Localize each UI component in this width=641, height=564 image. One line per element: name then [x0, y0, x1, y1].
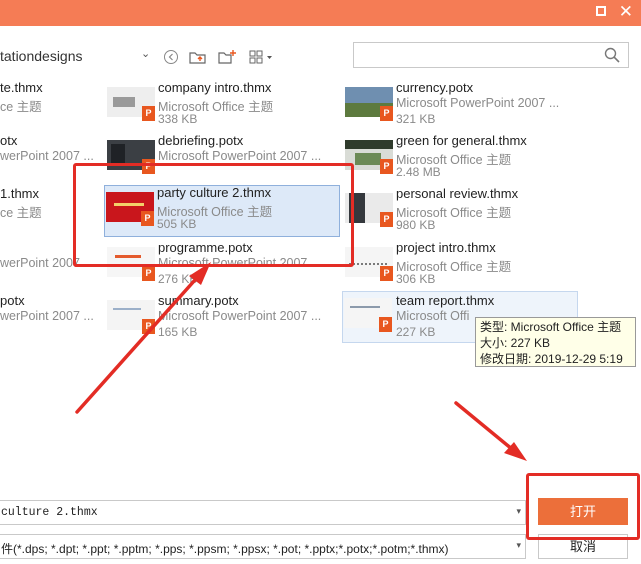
annotation-arrow-to-open [454, 401, 520, 456]
annotation-arrows [75, 262, 527, 461]
annotation-arrow-to-file [75, 269, 205, 414]
